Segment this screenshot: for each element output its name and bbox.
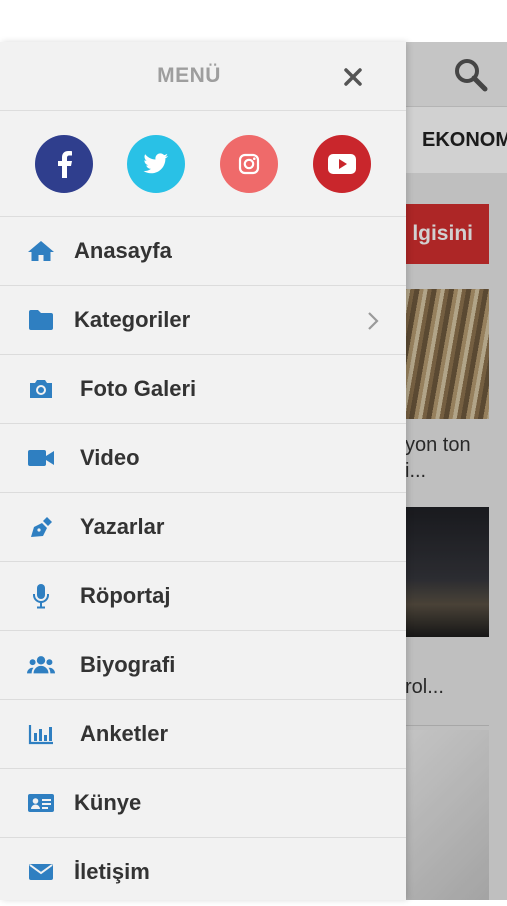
video-camera-icon <box>27 446 55 470</box>
home-icon <box>27 239 55 263</box>
camera-icon <box>27 377 55 401</box>
twitter-button[interactable] <box>127 135 185 193</box>
menu-item-yazarlar[interactable]: Yazarlar <box>0 493 406 562</box>
menu-title: MENÜ <box>157 64 221 87</box>
envelope-icon <box>27 860 55 884</box>
status-bar-area <box>0 0 507 42</box>
menu-item-kunye[interactable]: Künye <box>0 769 406 838</box>
menu-item-label: Foto Galeri <box>80 376 197 401</box>
menu-item-biyografi[interactable]: Biyografi <box>0 631 406 700</box>
facebook-icon <box>58 151 72 178</box>
twitter-icon <box>143 153 168 174</box>
bar-chart-icon <box>27 722 55 746</box>
menu-item-label: Röportaj <box>80 583 171 608</box>
youtube-icon <box>328 154 356 174</box>
facebook-button[interactable] <box>35 135 93 193</box>
menu-item-label: Künye <box>74 790 142 815</box>
instagram-button[interactable] <box>220 135 278 193</box>
youtube-button[interactable] <box>313 135 371 193</box>
drawer-header: MENÜ <box>0 42 406 111</box>
menu-item-label: Yazarlar <box>80 514 165 539</box>
folder-icon <box>27 308 55 332</box>
menu-item-anketler[interactable]: Anketler <box>0 700 406 769</box>
close-button[interactable] <box>338 62 368 92</box>
menu-item-label: Anketler <box>80 721 169 746</box>
menu-item-foto-galeri[interactable]: Foto Galeri <box>0 355 406 424</box>
menu-list: Anasayfa Kategoriler Foto Galeri Video Y… <box>0 217 406 906</box>
id-card-icon <box>27 791 55 815</box>
menu-item-kategoriler[interactable]: Kategoriler <box>0 286 406 355</box>
menu-item-roportaj[interactable]: Röportaj <box>0 562 406 631</box>
menu-item-label: Kategoriler <box>74 307 191 332</box>
menu-item-label: İletişim <box>74 859 150 884</box>
close-icon <box>344 68 362 86</box>
menu-item-label: Biyografi <box>80 652 176 677</box>
menu-item-anasayfa[interactable]: Anasayfa <box>0 217 406 286</box>
menu-item-label: Anasayfa <box>74 238 172 263</box>
chevron-right-icon <box>368 312 379 330</box>
menu-item-video[interactable]: Video <box>0 424 406 493</box>
microphone-icon <box>27 584 55 609</box>
side-drawer: MENÜ Anasayfa Kategoriler Foto Galeri Vi… <box>0 42 406 900</box>
users-icon <box>27 653 55 677</box>
menu-item-iletisim[interactable]: İletişim <box>0 838 406 906</box>
menu-item-label: Video <box>80 445 140 470</box>
instagram-icon <box>238 153 260 175</box>
social-links <box>0 111 406 217</box>
pen-nib-icon <box>27 515 55 539</box>
